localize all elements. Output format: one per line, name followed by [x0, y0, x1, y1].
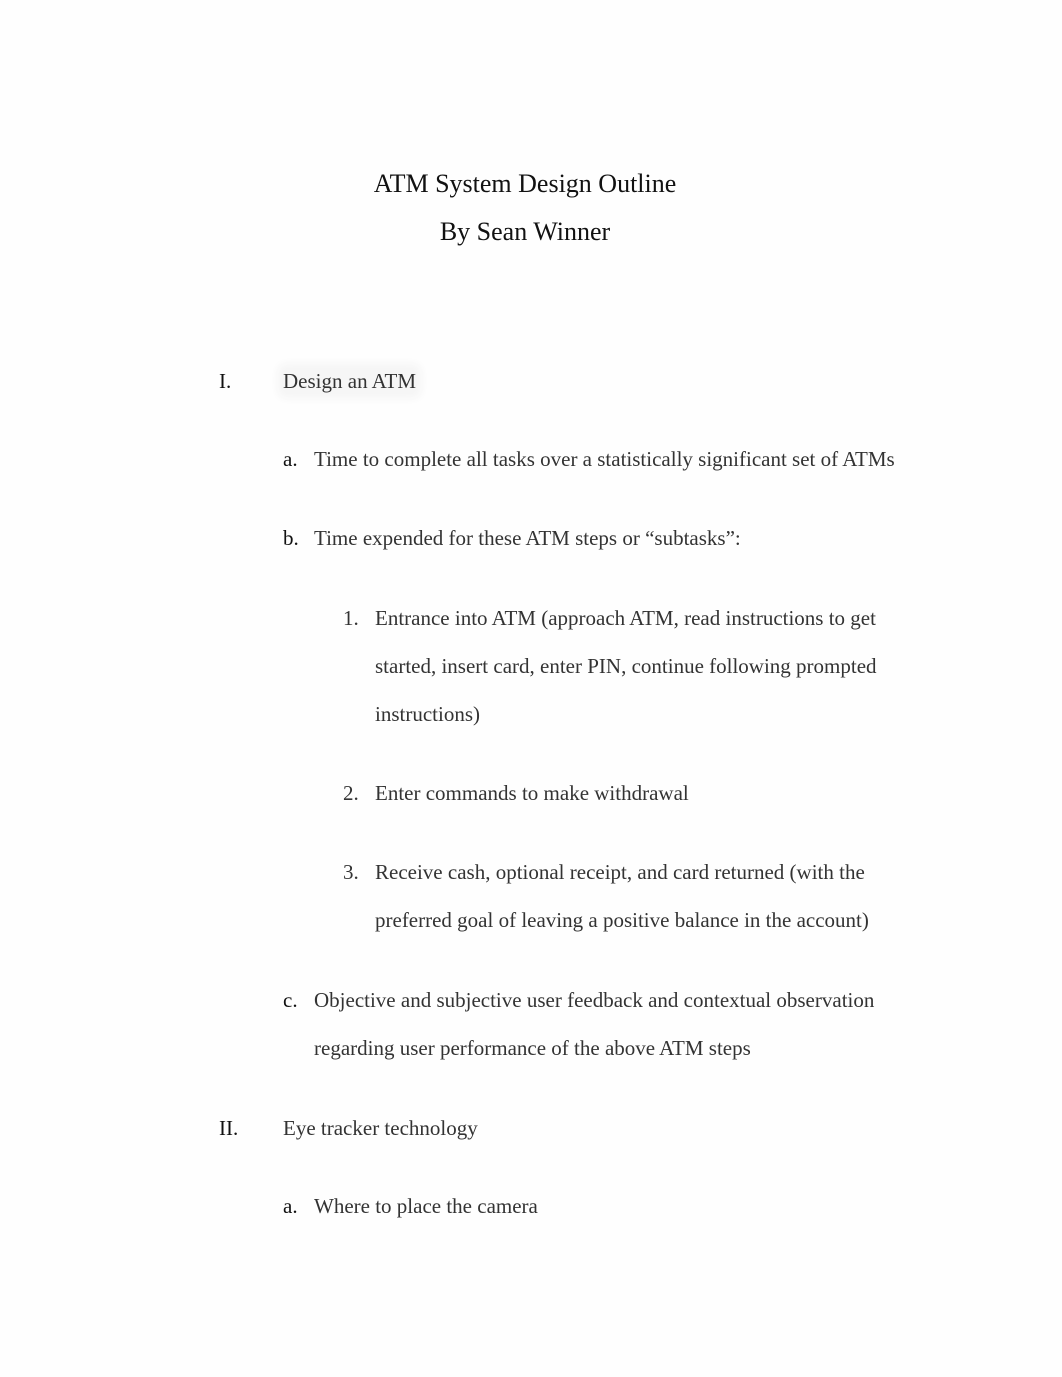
outline-item-1a: Time to complete all tasks over a statis… [314, 447, 895, 471]
outline-item-1b1-line-3: instructions) [375, 702, 480, 726]
outline-item-1c-line-2: regarding user performance of the above … [314, 1036, 751, 1060]
document-title: ATM System Design Outline [373, 169, 677, 198]
outline-item-1b: Time expended for these ATM steps or “su… [314, 526, 741, 550]
outline-marker-1b3: 3. [343, 860, 359, 884]
outline-marker-section-2: II. [219, 1116, 239, 1140]
document-page: ATM System Design Outline By Sean Winner… [0, 0, 1062, 1377]
outline-marker-1b2: 2. [343, 781, 359, 805]
outline-item-1b1-line-1: Entrance into ATM (approach ATM, read in… [375, 606, 876, 630]
outline-item-1b1-line-2: started, insert card, enter PIN, continu… [375, 654, 877, 678]
outline-item-1b3-line-2: preferred goal of leaving a positive bal… [375, 908, 869, 932]
outline-marker-1c: c. [283, 988, 298, 1012]
outline-marker-section-1: I. [219, 369, 232, 393]
outline-item-1b2: Enter commands to make withdrawal [375, 781, 689, 805]
outline-item-2a: Where to place the camera [314, 1194, 538, 1218]
document-author: By Sean Winner [439, 217, 611, 246]
outline-marker-1a: a. [283, 447, 298, 471]
outline-item-1c-line-1: Objective and subjective user feedback a… [314, 988, 875, 1012]
outline-heading-section-2: Eye tracker technology [283, 1116, 478, 1140]
outline-marker-1b: b. [283, 526, 299, 550]
outline-heading-section-1: Design an ATM [283, 369, 416, 393]
outline-item-1b3-line-1: Receive cash, optional receipt, and card… [375, 860, 865, 884]
outline-marker-1b1: 1. [343, 606, 359, 630]
outline-marker-2a: a. [283, 1194, 298, 1218]
